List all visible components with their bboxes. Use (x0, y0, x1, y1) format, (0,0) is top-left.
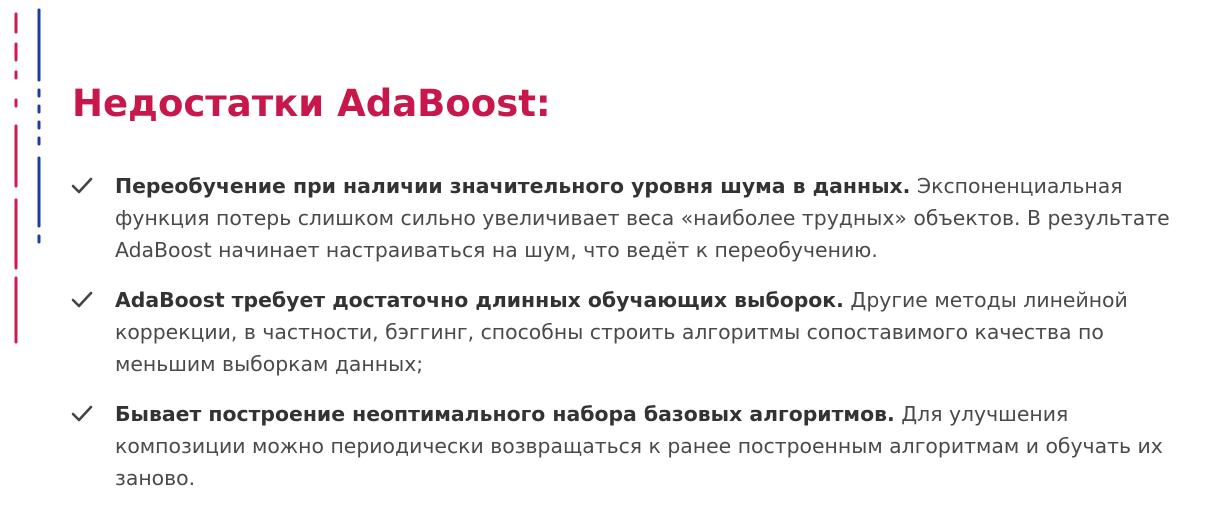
bullet-list: Переобучение при наличии значительного у… (70, 170, 1205, 494)
item-heading: AdaBoost требует достаточно длинных обуч… (115, 288, 844, 312)
list-item: Бывает построение неоптимального набора … (70, 398, 1205, 494)
list-item: AdaBoost требует достаточно длинных обуч… (70, 284, 1205, 380)
checkmark-icon (71, 405, 93, 422)
slide-title: Недостатки AdaBoost: (72, 82, 551, 125)
item-heading: Бывает построение неоптимального набора … (115, 402, 895, 426)
list-item: Переобучение при наличии значительного у… (70, 170, 1205, 266)
checkmark-icon (71, 291, 93, 308)
decorative-stripes (14, 8, 41, 344)
item-heading: Переобучение при наличии значительного у… (115, 174, 911, 198)
checkmark-icon (71, 177, 93, 194)
